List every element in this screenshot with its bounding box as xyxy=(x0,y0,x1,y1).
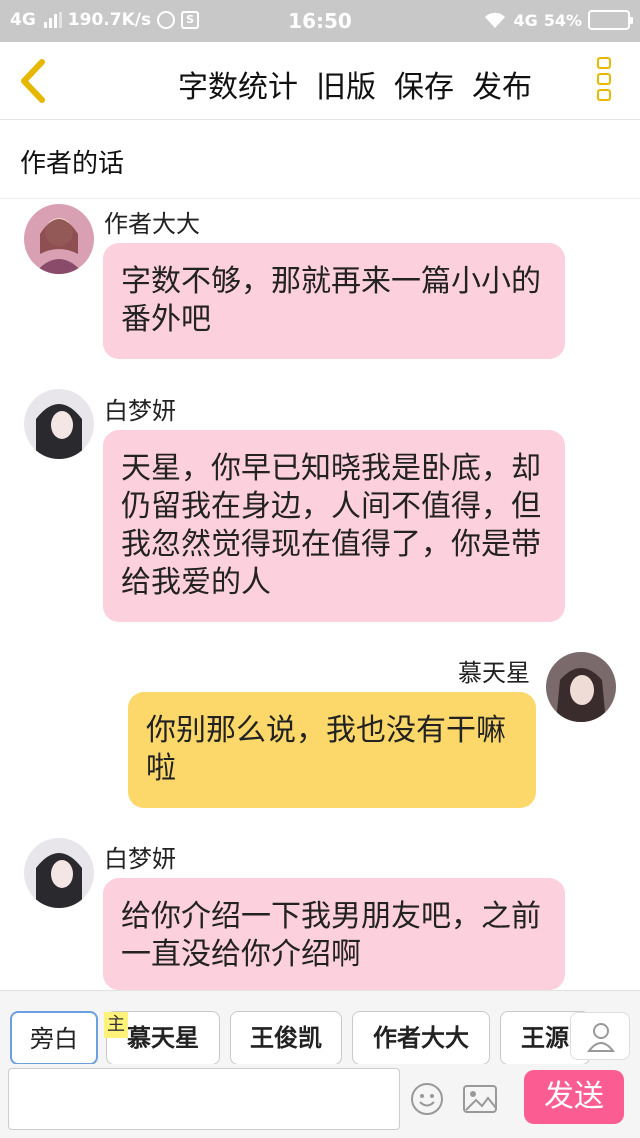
save-button[interactable]: 保存 xyxy=(394,62,454,106)
more-dot-icon xyxy=(597,73,611,85)
battery-icon xyxy=(588,10,633,30)
network-type-right: 4G xyxy=(513,10,538,30)
message-input[interactable] xyxy=(8,1068,400,1130)
old-version-button[interactable]: 旧版 xyxy=(316,62,376,106)
avatar[interactable] xyxy=(24,838,94,908)
image-button[interactable] xyxy=(462,1082,498,1116)
more-menu-button[interactable] xyxy=(594,57,614,107)
publish-button[interactable]: 发布 xyxy=(472,62,532,106)
input-bar: 发送 xyxy=(0,1064,640,1138)
wifi-icon xyxy=(485,12,506,28)
sender-name: 作者大大 xyxy=(104,210,200,238)
more-dot-icon xyxy=(597,57,611,69)
role-narrator[interactable]: 旁白 xyxy=(10,1011,98,1065)
send-button[interactable]: 发送 xyxy=(524,1070,624,1124)
author-note-label: 作者的话 xyxy=(20,149,125,179)
avatar[interactable] xyxy=(24,389,94,459)
smiley-icon xyxy=(411,1083,443,1115)
role-selector-bar: 旁白 慕天星 王俊凯 作者大大 王源 xyxy=(0,990,640,1065)
message-bubble[interactable]: 你别那么说，我也没有干嘛啦 xyxy=(128,692,536,808)
person-icon xyxy=(586,1023,616,1052)
battery-percent: 54% xyxy=(543,10,582,30)
message-bubble[interactable]: 天星，你早已知晓我是卧底，却仍留我在身边，人间不值得，但我忽然觉得现在值得了，你… xyxy=(103,430,565,622)
sender-name: 白梦妍 xyxy=(104,845,176,873)
author-note-row[interactable]: 作者的话 xyxy=(0,121,640,199)
image-icon xyxy=(463,1085,497,1113)
avatar[interactable] xyxy=(546,652,616,722)
sender-name: 慕天星 xyxy=(458,659,530,687)
avatar[interactable] xyxy=(24,204,94,274)
role-author[interactable]: 作者大大 xyxy=(352,1011,490,1065)
message-bubble[interactable]: 给你介绍一下我男朋友吧，之前一直没给你介绍啊 xyxy=(103,878,565,990)
more-dot-icon xyxy=(597,89,611,101)
role-wangjunkai[interactable]: 王俊凯 xyxy=(230,1011,342,1065)
top-bar: 字数统计 旧版 保存 发布 xyxy=(0,42,640,120)
message-bubble[interactable]: 字数不够，那就再来一篇小小的番外吧 xyxy=(103,243,565,359)
back-button[interactable] xyxy=(14,56,54,106)
chevron-left-icon xyxy=(21,59,45,103)
main-role-badge: 主 xyxy=(104,1012,128,1038)
word-count-button[interactable]: 字数统计 xyxy=(178,62,298,106)
sender-name: 白梦妍 xyxy=(104,397,176,425)
emoji-button[interactable] xyxy=(410,1082,444,1116)
add-role-button[interactable] xyxy=(570,1012,630,1060)
status-bar: 4G 190.7K/s S 16:50 4G 54% xyxy=(0,0,640,42)
